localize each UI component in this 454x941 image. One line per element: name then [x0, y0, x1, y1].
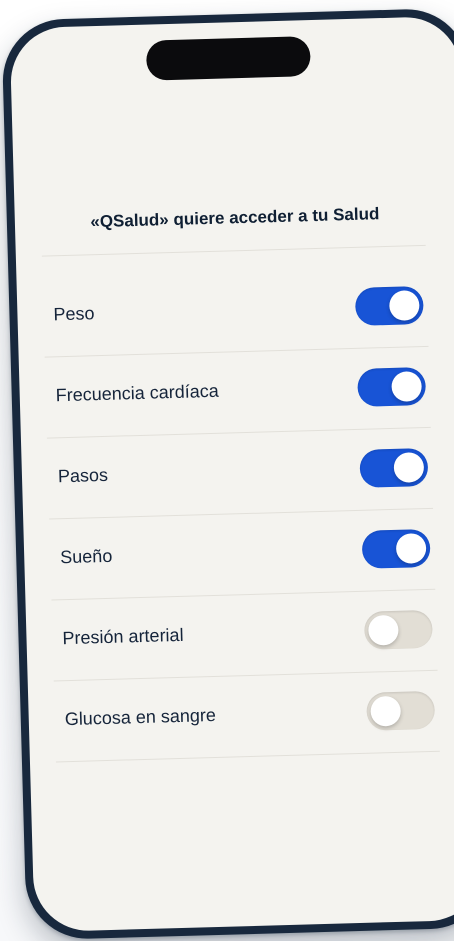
dynamic-island — [145, 36, 311, 81]
toggle-sueno[interactable] — [361, 528, 431, 569]
permission-label: Glucosa en sangre — [64, 704, 217, 730]
toggle-peso[interactable] — [354, 286, 424, 326]
toggle-knob — [370, 695, 402, 727]
permission-row-pasos: Pasos — [47, 428, 433, 519]
toggle-knob — [388, 290, 420, 321]
stage: «QSalud» quiere acceder a tu Salud Peso … — [0, 0, 454, 941]
permission-label: Peso — [53, 303, 95, 325]
permission-row-glucosa-en-sangre: Glucosa en sangre — [54, 671, 440, 762]
toggle-pasos[interactable] — [359, 447, 429, 488]
toggle-knob — [368, 614, 399, 646]
phone-screen: «QSalud» quiere acceder a tu Salud Peso … — [9, 15, 454, 933]
toggle-knob — [393, 452, 425, 483]
toggle-knob — [395, 533, 427, 564]
toggle-frecuencia-cardiaca[interactable] — [357, 366, 427, 407]
dialog-title: «QSalud» quiere acceder a tu Salud — [90, 204, 380, 232]
permission-label: Pasos — [57, 464, 109, 487]
toggle-knob — [391, 371, 423, 402]
permission-row-peso: Peso — [42, 266, 428, 357]
permission-label: Sueño — [59, 545, 113, 568]
toggle-glucosa-en-sangre[interactable] — [366, 690, 436, 731]
permission-row-frecuencia-cardiaca: Frecuencia cardíaca — [45, 347, 431, 438]
permission-label: Presión arterial — [62, 624, 184, 649]
phone-frame: «QSalud» quiere acceder a tu Salud Peso … — [1, 7, 454, 941]
divider — [41, 244, 426, 257]
toggle-presion-arterial[interactable] — [363, 609, 433, 650]
permission-label: Frecuencia cardíaca — [55, 380, 220, 406]
permission-row-presion-arterial: Presión arterial — [51, 590, 437, 681]
permission-row-sueno: Sueño — [49, 509, 435, 600]
